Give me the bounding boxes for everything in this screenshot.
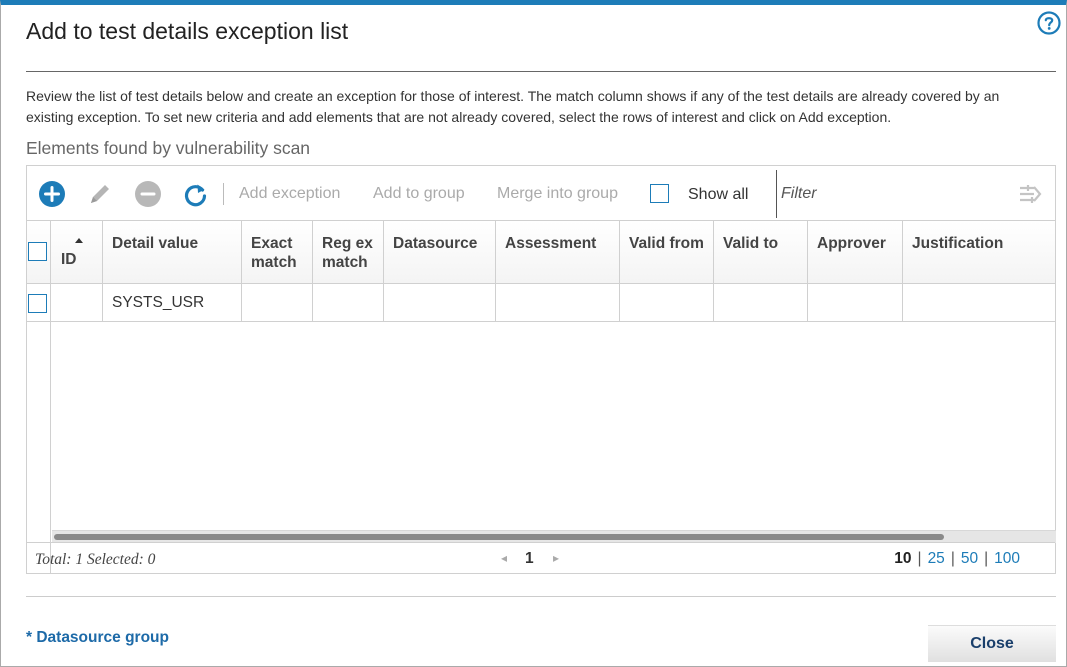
cell-regex-match xyxy=(313,284,384,321)
dialog-description: Review the list of test details below an… xyxy=(26,88,1000,125)
refresh-icon[interactable] xyxy=(181,179,211,209)
cell-assessment xyxy=(496,284,620,321)
elements-grid: Add exception Add to group Merge into gr… xyxy=(26,165,1056,574)
previous-page-icon[interactable]: ◂ xyxy=(501,551,507,565)
show-all-label: Show all xyxy=(688,186,749,203)
filter-separator xyxy=(776,170,777,218)
grid-toolbar: Add exception Add to group Merge into gr… xyxy=(27,166,1055,221)
column-header-valid-from[interactable]: Valid from xyxy=(620,221,714,283)
current-page[interactable]: 1 xyxy=(525,550,534,568)
column-header-valid-to[interactable]: Valid to xyxy=(714,221,808,283)
page-size-100[interactable]: 100 xyxy=(994,550,1020,567)
row-checkbox[interactable] xyxy=(28,294,47,313)
title-divider xyxy=(26,71,1056,72)
page-size-selector: 10 | 25 | 50 | 100 xyxy=(894,550,1020,567)
sort-ascending-icon xyxy=(75,238,83,243)
datasource-group-link[interactable]: * Datasource group xyxy=(26,629,169,647)
page-size-10[interactable]: 10 xyxy=(894,550,911,567)
page-size-50[interactable]: 50 xyxy=(961,550,978,567)
section-title: Elements found by vulnerability scan xyxy=(26,138,311,158)
column-header-justification[interactable]: Justification xyxy=(903,221,1056,283)
cell-datasource xyxy=(384,284,496,321)
remove-circle-icon[interactable] xyxy=(133,179,163,209)
cell-valid-to xyxy=(714,284,808,321)
add-exception-button[interactable]: Add exception xyxy=(239,185,340,203)
column-header-exact-match[interactable]: Exact match xyxy=(242,221,313,283)
page-size-25[interactable]: 25 xyxy=(928,550,945,567)
column-header-approver[interactable]: Approver xyxy=(808,221,903,283)
column-header-assessment[interactable]: Assessment xyxy=(496,221,620,283)
scrollbar-thumb[interactable] xyxy=(54,534,944,540)
filter-settings-icon[interactable] xyxy=(1019,182,1043,206)
cell-valid-from xyxy=(620,284,714,321)
cell-approver xyxy=(808,284,903,321)
column-header-datasource[interactable]: Datasource xyxy=(384,221,496,283)
cell-exact-match xyxy=(242,284,313,321)
dialog-title: Add to test details exception list xyxy=(26,18,349,44)
close-button[interactable]: Close xyxy=(928,625,1056,662)
merge-into-group-button[interactable]: Merge into group xyxy=(497,185,618,203)
exception-dialog: Add to test details exception list Revie… xyxy=(0,0,1067,667)
table-header: ID Detail value Exact match Reg ex match… xyxy=(27,221,1055,284)
add-circle-icon[interactable] xyxy=(37,179,67,209)
add-to-group-button[interactable]: Add to group xyxy=(373,185,465,203)
column-header-regex-match[interactable]: Reg ex match xyxy=(313,221,384,283)
next-page-icon[interactable]: ▸ xyxy=(553,551,559,565)
toolbar-separator xyxy=(223,183,224,205)
total-selected-text: Total: 1 Selected: 0 xyxy=(35,551,156,568)
column-header-id[interactable]: ID xyxy=(52,221,103,283)
column-header-detail-value[interactable]: Detail value xyxy=(103,221,242,283)
filter-input[interactable] xyxy=(779,178,1009,210)
pencil-edit-icon[interactable] xyxy=(85,179,115,209)
help-circle-icon[interactable] xyxy=(1037,11,1061,35)
cell-justification xyxy=(903,284,1056,321)
table-row[interactable]: SYSTS_USR xyxy=(27,284,1055,322)
cell-id xyxy=(52,284,103,321)
grid-footer: Total: 1 Selected: 0 ◂ 1 ▸ 10 | 25 | 50 | 100 xyxy=(27,542,1055,574)
show-all-checkbox[interactable] xyxy=(650,184,669,203)
cell-detail-value: SYSTS_USR xyxy=(103,284,242,321)
row-selector-column xyxy=(27,221,51,574)
bottom-divider xyxy=(26,596,1056,597)
